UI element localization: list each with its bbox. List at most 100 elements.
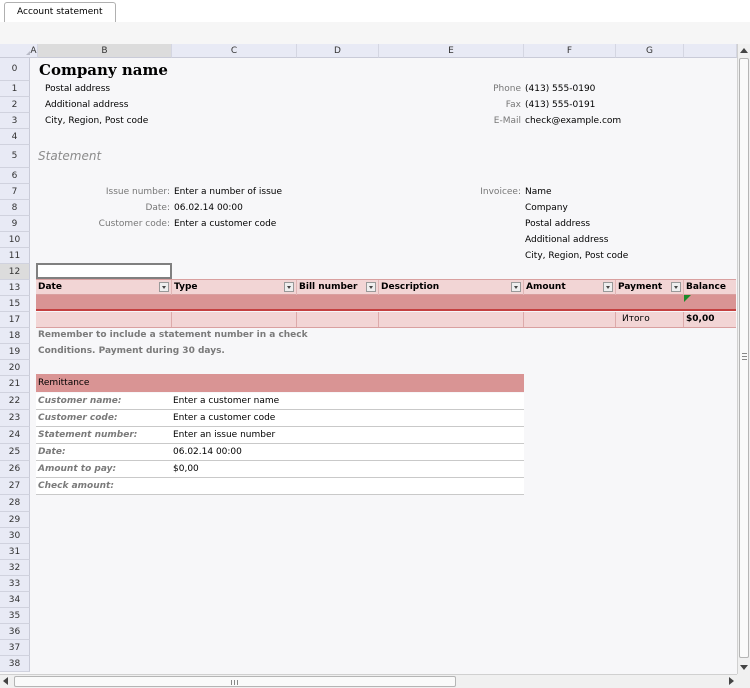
total-cell[interactable] — [172, 312, 297, 327]
scroll-up-icon[interactable] — [740, 48, 748, 53]
remittance-header[interactable]: Remittance — [36, 374, 524, 392]
invoicee-postal[interactable]: Postal address — [525, 216, 590, 232]
phone-value[interactable]: (413) 555-0190 — [525, 81, 595, 97]
remittance-row[interactable]: Check amount: — [36, 478, 524, 495]
remittance-row[interactable]: Customer code: Enter a customer code — [36, 410, 524, 427]
horizontal-scroll-thumb[interactable] — [14, 676, 456, 687]
remittance-row[interactable]: Customer name: Enter a customer name — [36, 393, 524, 410]
tab-account-statement[interactable]: Account statement — [4, 2, 116, 22]
row-header[interactable]: 4 — [0, 129, 30, 145]
row-header[interactable]: 34 — [0, 592, 30, 608]
scroll-down-icon[interactable] — [740, 665, 748, 670]
col-header-c[interactable]: C — [172, 44, 297, 58]
row-header[interactable]: 8 — [0, 200, 30, 216]
remittance-value[interactable]: $0,00 — [173, 461, 199, 477]
vertical-scrollbar[interactable] — [737, 44, 750, 674]
email-value[interactable]: check@example.com — [525, 113, 621, 129]
row-header[interactable]: 25 — [0, 444, 30, 461]
invoicee-company[interactable]: Company — [525, 200, 568, 216]
row-header[interactable]: 6 — [0, 168, 30, 184]
postal-address[interactable]: Postal address — [45, 81, 110, 97]
note-line-1[interactable]: Remember to include a statement number i… — [38, 327, 308, 343]
active-cell-selection[interactable] — [36, 263, 172, 279]
statement-title[interactable]: Statement — [38, 148, 101, 164]
filter-dropdown-icon[interactable] — [366, 282, 376, 292]
invoicee-city[interactable]: City, Region, Post code — [525, 248, 628, 264]
row-header[interactable]: 20 — [0, 360, 30, 376]
table-row[interactable] — [36, 295, 736, 311]
filter-dropdown-icon[interactable] — [511, 282, 521, 292]
row-header[interactable]: 9 — [0, 216, 30, 232]
row-header[interactable]: 7 — [0, 184, 30, 200]
total-cell[interactable] — [379, 312, 524, 327]
row-header[interactable]: 28 — [0, 495, 30, 512]
col-header-b[interactable]: B — [38, 44, 172, 58]
filter-dropdown-icon[interactable] — [159, 282, 169, 292]
row-header[interactable]: 26 — [0, 461, 30, 478]
total-balance[interactable]: $0,00 — [684, 312, 736, 327]
remittance-row[interactable]: Amount to pay: $0,00 — [36, 461, 524, 478]
customer-code-value[interactable]: Enter a customer code — [174, 216, 276, 232]
row-header[interactable]: 5 — [0, 145, 30, 168]
row-header[interactable]: 32 — [0, 560, 30, 576]
row-header[interactable]: 17 — [0, 312, 30, 328]
vertical-scroll-thumb[interactable] — [739, 58, 749, 658]
note-line-2[interactable]: Conditions. Payment during 30 days. — [38, 343, 225, 359]
row-header[interactable]: 31 — [0, 544, 30, 560]
city-region[interactable]: City, Region, Post code — [45, 113, 148, 129]
row-header[interactable]: 1 — [0, 81, 30, 97]
row-header[interactable]: 11 — [0, 248, 30, 264]
invoicee-additional[interactable]: Additional address — [525, 232, 608, 248]
fax-value[interactable]: (413) 555-0191 — [525, 97, 595, 113]
invoicee-name[interactable]: Name — [525, 184, 552, 200]
row-header[interactable]: 3 — [0, 113, 30, 129]
row-header[interactable]: 27 — [0, 478, 30, 495]
company-name[interactable]: Company name — [39, 59, 168, 81]
row-header[interactable]: 2 — [0, 97, 30, 113]
row-header[interactable]: 33 — [0, 576, 30, 592]
issue-number-value[interactable]: Enter a number of issue — [174, 184, 282, 200]
filter-dropdown-icon[interactable] — [671, 282, 681, 292]
additional-address[interactable]: Additional address — [45, 97, 128, 113]
remittance-value[interactable]: Enter an issue number — [173, 427, 275, 443]
row-header[interactable]: 36 — [0, 624, 30, 640]
col-header-f[interactable]: F — [524, 44, 616, 58]
total-cell[interactable] — [36, 312, 172, 327]
total-cell[interactable] — [297, 312, 379, 327]
scroll-right-icon[interactable] — [729, 677, 734, 685]
total-label[interactable]: Итого — [616, 312, 684, 327]
date-value[interactable]: 06.02.14 00:00 — [174, 200, 243, 216]
col-header-d[interactable]: D — [297, 44, 379, 58]
row-header[interactable]: 38 — [0, 656, 30, 672]
col-header-a[interactable]: A — [30, 44, 38, 58]
row-header[interactable]: 23 — [0, 410, 30, 427]
col-header-h[interactable] — [684, 44, 737, 58]
row-header[interactable]: 13 — [0, 280, 30, 296]
row-header[interactable]: 30 — [0, 528, 30, 544]
row-header[interactable]: 37 — [0, 640, 30, 656]
row-header[interactable]: 24 — [0, 427, 30, 444]
remittance-value[interactable]: Enter a customer code — [173, 410, 275, 426]
remittance-row[interactable]: Statement number: Enter an issue number — [36, 427, 524, 444]
horizontal-scrollbar[interactable] — [0, 674, 737, 688]
row-header[interactable]: 10 — [0, 232, 30, 248]
remittance-value[interactable]: 06.02.14 00:00 — [173, 444, 242, 460]
spreadsheet-grid[interactable]: A B C D E F G 0 1 2 3 4 5 6 7 8 9 10 11 … — [0, 44, 737, 674]
row-header[interactable]: 29 — [0, 512, 30, 528]
filter-dropdown-icon[interactable] — [603, 282, 613, 292]
row-header[interactable]: 22 — [0, 393, 30, 410]
row-header[interactable]: 19 — [0, 344, 30, 360]
filter-dropdown-icon[interactable] — [284, 282, 294, 292]
remittance-value[interactable]: Enter a customer name — [173, 393, 279, 409]
row-header[interactable]: 18 — [0, 328, 30, 344]
total-cell[interactable] — [524, 312, 616, 327]
row-header[interactable]: 15 — [0, 296, 30, 312]
col-header-g[interactable]: G — [616, 44, 684, 58]
scroll-left-icon[interactable] — [3, 677, 8, 685]
row-header[interactable]: 0 — [0, 58, 30, 81]
row-header[interactable]: 12 — [0, 264, 30, 280]
row-header[interactable]: 21 — [0, 376, 30, 393]
col-header-e[interactable]: E — [379, 44, 524, 58]
remittance-row[interactable]: Date: 06.02.14 00:00 — [36, 444, 524, 461]
row-header[interactable]: 35 — [0, 608, 30, 624]
